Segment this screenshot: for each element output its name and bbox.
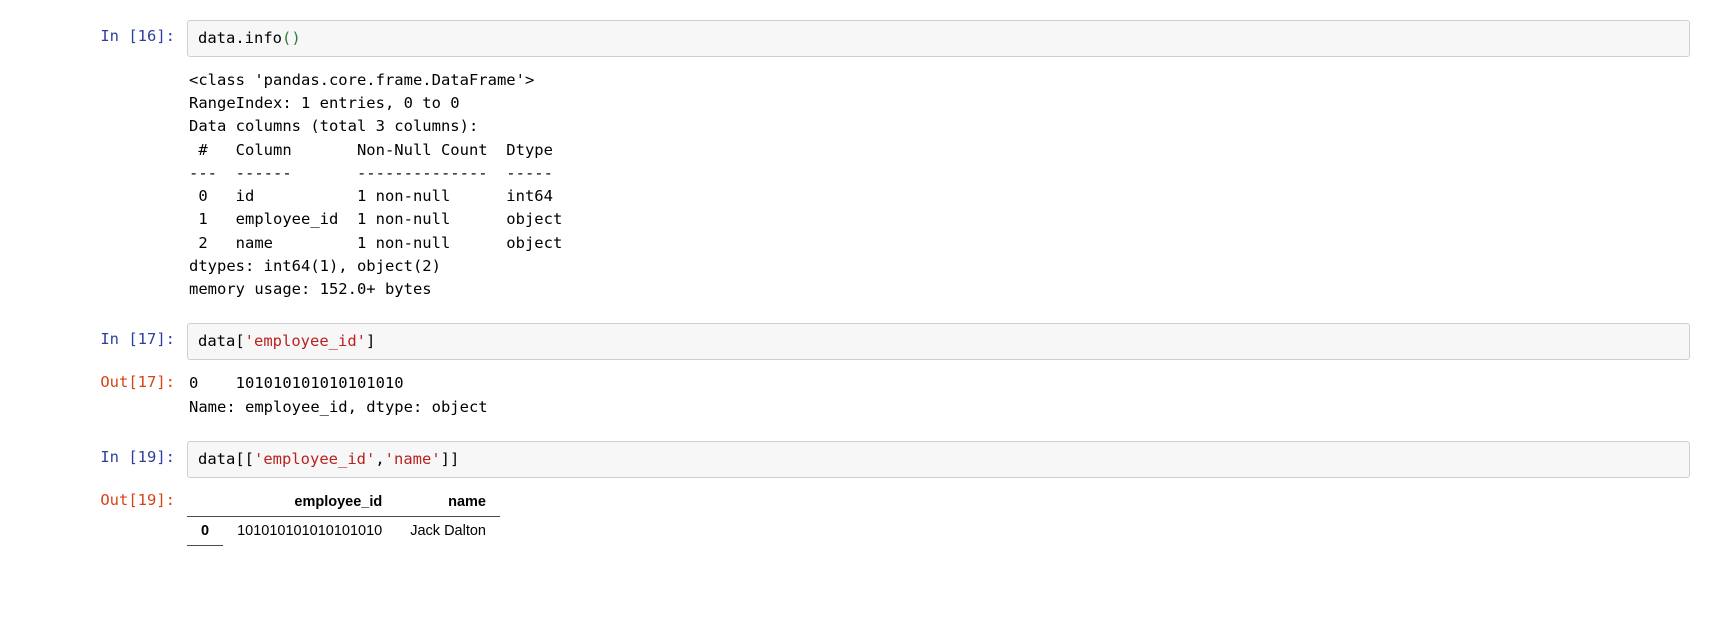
code-token: ): [291, 29, 300, 47]
output-prompt: Out[17]:: [20, 366, 187, 397]
output-prompt: Out[19]:: [20, 484, 187, 515]
code-token: 'name': [385, 450, 441, 468]
code-token: 'employee_id': [245, 332, 366, 350]
code-token: ]: [366, 332, 375, 350]
table-header: employee_id: [223, 488, 396, 517]
table-header: name: [396, 488, 500, 517]
table-row-index: 0: [187, 516, 223, 545]
code-input[interactable]: data['employee_id']: [187, 323, 1690, 360]
table-row: 0 101010101010101010 Jack Dalton: [187, 516, 500, 545]
code-token: [: [235, 332, 244, 350]
code-token: 'employee_id': [254, 450, 375, 468]
cell-16: In [16]: data.info() In [16]: <class 'pa…: [20, 20, 1690, 303]
execute-result: 0 101010101010101010 Name: employee_id, …: [187, 366, 1690, 421]
input-prompt: In [16]:: [20, 20, 187, 51]
dataframe-output: employee_id name 0 101010101010101010 Ja…: [187, 488, 500, 546]
stdout-output: <class 'pandas.core.frame.DataFrame'> Ra…: [187, 63, 1690, 304]
cell-19: In [19]: data[['employee_id','name']] Ou…: [20, 441, 1690, 546]
code-token: data: [198, 450, 235, 468]
code-token: [[: [235, 450, 254, 468]
input-prompt: In [19]:: [20, 441, 187, 472]
table-cell: 101010101010101010: [223, 516, 396, 545]
jupyter-notebook: In [16]: data.info() In [16]: <class 'pa…: [0, 0, 1710, 576]
code-token: (: [282, 29, 291, 47]
table-header: [187, 488, 223, 517]
code-input[interactable]: data[['employee_id','name']]: [187, 441, 1690, 478]
table-cell: Jack Dalton: [396, 516, 500, 545]
code-token: data.info: [198, 29, 282, 47]
code-token: ,: [375, 450, 384, 468]
cell-17: In [17]: data['employee_id'] Out[17]: 0 …: [20, 323, 1690, 420]
code-token: ]]: [441, 450, 460, 468]
code-token: data: [198, 332, 235, 350]
input-prompt: In [17]:: [20, 323, 187, 354]
code-input[interactable]: data.info(): [187, 20, 1690, 57]
table-header-row: employee_id name: [187, 488, 500, 517]
